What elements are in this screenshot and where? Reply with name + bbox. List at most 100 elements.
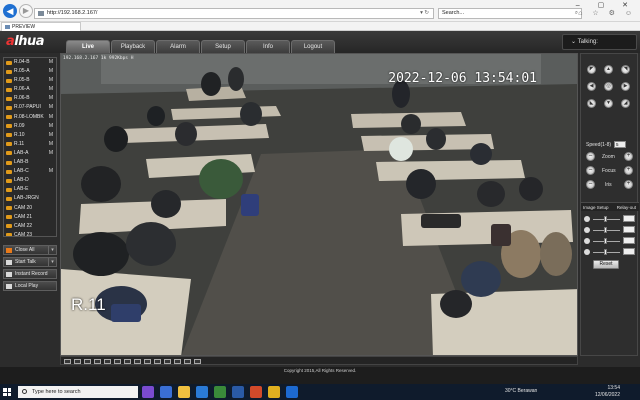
camera-stream-flag[interactable]: M (49, 103, 53, 112)
layout-4-icon[interactable] (74, 358, 81, 364)
app-icon-4[interactable] (250, 386, 262, 398)
chevron-down-icon[interactable]: ▾ (48, 258, 56, 266)
brightness-value[interactable] (623, 215, 635, 222)
ptz-down-right-button[interactable]: ◢ (621, 99, 630, 108)
weather-widget[interactable]: 30°C Berawan (505, 388, 537, 394)
local-play-button[interactable]: Local Play (3, 281, 57, 291)
windows-start-icon[interactable] (3, 388, 11, 396)
refresh-icon[interactable]: ▾ ↻ (420, 9, 429, 18)
saturation-slider[interactable] (584, 237, 636, 245)
zoom-in-button[interactable]: + (624, 152, 633, 161)
browser-search-input[interactable]: Search... ⌕ (438, 8, 582, 19)
camera-list-item[interactable]: R.07-PAPUI M (4, 103, 56, 112)
ptz-down-left-button[interactable]: ◣ (587, 99, 596, 108)
camera-list-item[interactable]: R.08-LOMBK M (4, 113, 56, 122)
tab-logout[interactable]: Logout (291, 40, 335, 53)
window-controls[interactable]: – ▢ ✕ (576, 1, 636, 9)
app-icon-3[interactable] (232, 386, 244, 398)
forward-button[interactable]: ▶ (19, 4, 33, 18)
layout-custom-icon[interactable] (114, 358, 121, 364)
audio-icon[interactable] (164, 358, 171, 364)
app-icon-1[interactable] (142, 386, 154, 398)
camera-list-item[interactable]: CAM 22 (4, 222, 56, 231)
close-video-icon[interactable] (184, 358, 191, 364)
slider-thumb[interactable] (604, 227, 607, 233)
layout-16-icon[interactable] (104, 358, 111, 364)
browser-toolbar-icons[interactable]: ⌂ ☆ ⚙ ☺ (578, 9, 636, 17)
aspect-ratio-icon[interactable] (134, 358, 141, 364)
slider-thumb[interactable] (604, 238, 607, 244)
task-view-icon[interactable] (160, 386, 172, 398)
contrast-value[interactable] (623, 226, 635, 233)
app-icon-2[interactable] (214, 386, 226, 398)
camera-stream-flag[interactable]: M (49, 58, 53, 67)
file-explorer-icon[interactable] (178, 386, 190, 398)
tab-live[interactable]: Live (66, 40, 110, 53)
ptz-up-left-button[interactable]: ◤ (587, 65, 596, 74)
camera-stream-flag[interactable]: M (49, 167, 53, 176)
start-talk-button[interactable]: Start Talk ▾ (3, 257, 57, 267)
layout-9-icon[interactable] (84, 358, 91, 364)
camera-stream-flag[interactable]: M (49, 122, 53, 131)
camera-list-item[interactable]: R.05-A M (4, 67, 56, 76)
relay-out-tab[interactable]: Relay-out (617, 203, 636, 212)
ie-icon[interactable] (286, 386, 298, 398)
edge-icon[interactable] (196, 386, 208, 398)
focus-in-button[interactable]: + (624, 166, 633, 175)
camera-list-item[interactable]: LAB-C M (4, 167, 56, 176)
ptz-left-button[interactable]: ◀ (587, 82, 596, 91)
system-clock[interactable]: 13:54 12/06/2022 (595, 385, 620, 399)
zoom-digital-icon[interactable] (174, 358, 181, 364)
camera-list-item[interactable]: R.04-B M (4, 58, 56, 67)
zoom-out-button[interactable]: – (586, 152, 595, 161)
talking-dropdown[interactable]: ⌄ Talking: (562, 34, 637, 50)
camera-list-item[interactable]: R.06-A M (4, 85, 56, 94)
camera-stream-flag[interactable]: M (49, 67, 53, 76)
camera-stream-flag[interactable]: M (49, 131, 53, 140)
layout-grid-icon[interactable] (124, 358, 131, 364)
contrast-slider[interactable] (584, 226, 636, 234)
ptz-center-button[interactable]: ◎ (604, 82, 613, 91)
iris-close-button[interactable]: – (586, 180, 595, 189)
camera-stream-flag[interactable]: M (49, 140, 53, 149)
camera-stream-flag[interactable]: M (49, 94, 53, 103)
image-setup-tab[interactable]: Image Setup (583, 205, 609, 210)
back-button[interactable]: ◀ (3, 4, 17, 18)
camera-stream-flag[interactable]: M (49, 149, 53, 158)
camera-list-item[interactable]: CAM 23 (4, 231, 56, 236)
camera-list-item[interactable]: LAB-E (4, 185, 56, 194)
reset-button[interactable]: Reset (593, 260, 619, 269)
saturation-value[interactable] (623, 237, 635, 244)
snapshot-icon[interactable] (144, 358, 151, 364)
hue-slider[interactable] (584, 248, 636, 256)
hue-value[interactable] (623, 248, 635, 255)
ptz-up-right-button[interactable]: ◥ (621, 65, 630, 74)
camera-list-item[interactable]: CAM 20 (4, 204, 56, 213)
brightness-slider[interactable] (584, 215, 636, 223)
camera-list-item[interactable]: LAB-A M (4, 149, 56, 158)
stream-select-icon[interactable] (194, 358, 201, 364)
camera-stream-flag[interactable]: M (49, 113, 53, 122)
camera-list-item[interactable]: R.09 M (4, 122, 56, 131)
tab-preview[interactable]: PREVIEW (1, 22, 81, 31)
slider-thumb[interactable] (604, 216, 607, 222)
fullscreen-icon[interactable] (94, 358, 101, 364)
tab-alarm[interactable]: Alarm (156, 40, 200, 53)
tab-info[interactable]: Info (246, 40, 290, 53)
chevron-down-icon[interactable]: ▾ (48, 246, 56, 254)
address-bar[interactable]: http://192.168.2.167/ ▾ ↻ (34, 8, 434, 19)
taskbar-search-input[interactable]: Type here to search (18, 386, 138, 398)
camera-list-item[interactable]: LAB-D (4, 176, 56, 185)
camera-list-item[interactable]: LAB-JRGN (4, 194, 56, 203)
camera-list-item[interactable]: LAB-B (4, 158, 56, 167)
tab-setup[interactable]: Setup (201, 40, 245, 53)
close-all-button[interactable]: Close All ▾ (3, 245, 57, 255)
camera-list[interactable]: R.04-B M R.05-A M R.05-B M R.06-A M R.06-B M R.07-… (3, 57, 57, 237)
instant-record-button[interactable]: Instant Record (3, 269, 57, 279)
ptz-up-button[interactable]: ▲ (604, 65, 613, 74)
camera-list-item[interactable]: R.06-B M (4, 94, 56, 103)
focus-out-button[interactable]: – (586, 166, 595, 175)
speed-select[interactable]: 5 (614, 141, 626, 148)
live-video[interactable]: 192.168.2.167 1k 992Kbps H 2022-12-06 13… (60, 53, 578, 356)
camera-list-item[interactable]: R.05-B M (4, 76, 56, 85)
